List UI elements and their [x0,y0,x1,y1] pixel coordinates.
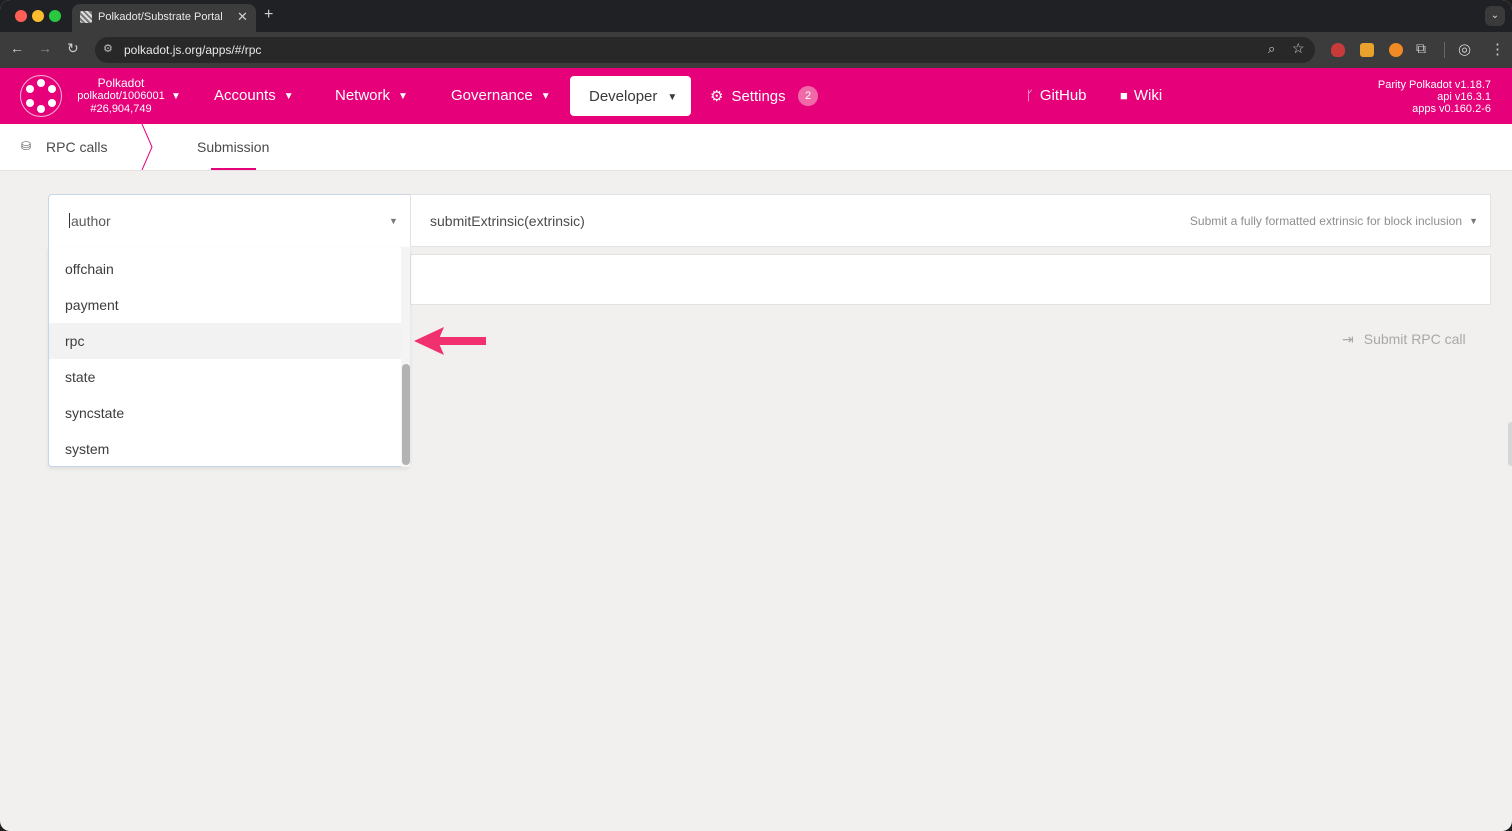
new-tab-icon[interactable]: + [264,6,273,24]
chevron-down-icon: ▼ [540,91,551,102]
address-bar-url[interactable]: polkadot.js.org/apps/#/rpc [124,43,261,57]
chevron-down-icon: ▼ [667,92,678,103]
rpc-section-dropdown: offchain payment rpc state syncstate sys… [48,247,410,467]
active-tab-indicator [211,168,256,170]
dropdown-option-system[interactable]: system [49,431,401,467]
api-version: api v16.3.1 [1437,91,1491,103]
browser-toolbar: ← → ↻ ⚙ polkadot.js.org/apps/#/rpc ⌕ ☆ [0,32,1512,68]
close-window-button[interactable] [15,10,27,22]
menu-settings[interactable]: ⚙ Settings [710,87,786,105]
chevron-down-icon[interactable]: ▼ [171,91,181,102]
favicon-icon [80,11,92,23]
minimize-window-button[interactable] [32,10,44,22]
site-settings-icon[interactable]: ⚙ [103,42,113,55]
gear-icon: ⚙ [710,88,724,105]
chevron-down-icon[interactable]: ▼ [389,216,398,226]
forward-icon[interactable]: → [38,40,52,56]
address-bar[interactable]: ⚙ polkadot.js.org/apps/#/rpc ⌕ ☆ [95,37,1315,63]
browser-tabbar: Polkadot/Substrate Portal ✕ + ⌄ [0,0,1512,32]
extension-3-icon[interactable] [1389,43,1403,57]
browser-window: Polkadot/Substrate Portal ✕ + ⌄ ← → ↻ ⚙ … [0,0,1512,831]
annotation-arrow-icon [414,327,486,355]
scrollbar-thumb[interactable] [402,364,410,465]
rpc-method-description: Submit a fully formatted extrinsic for b… [1189,214,1462,228]
version-info: Parity Polkadot v1.18.7 api v16.3.1 apps… [1378,79,1491,115]
chain-spec: polkadot/1006001 [77,90,165,102]
menu-settings-label: Settings [731,88,786,105]
github-link[interactable]: ᚴ GitHub [1026,87,1087,104]
maximize-window-button[interactable] [49,10,61,22]
tab-search-icon[interactable]: ⌄ [1485,6,1505,26]
dropdown-option-state[interactable]: state [49,359,401,395]
dropdown-option-offchain[interactable]: offchain [49,251,401,287]
profile-icon[interactable]: ◎ [1458,40,1471,58]
submit-rpc-label: Submit RPC call [1363,331,1466,347]
polkadot-logo-icon[interactable] [20,75,62,117]
submit-rpc-button[interactable]: ⇥ Submit RPC call [1342,331,1466,348]
menu-accounts[interactable]: Accounts ▼ [214,87,294,104]
rpc-section-value: author [71,213,111,229]
text-cursor [69,213,70,228]
node-version: Parity Polkadot v1.18.7 [1377,79,1491,91]
dropdown-option-rpc[interactable]: rpc [49,323,401,359]
wiki-link[interactable]: ■ Wiki [1120,87,1162,104]
menu-developer-label: Developer [589,88,658,105]
github-link-label: GitHub [1039,87,1087,104]
chevron-down-icon[interactable]: ▼ [1469,216,1478,226]
reload-icon[interactable]: ↻ [67,40,79,57]
extensions-icon[interactable]: ⧉ [1416,40,1426,57]
zoom-icon[interactable]: ⌕ [1268,41,1275,57]
browser-tab-title: Polkadot/Substrate Portal [98,11,223,23]
book-icon: ■ [1120,88,1128,103]
side-panel-handle[interactable] [1508,422,1512,466]
wiki-link-label: Wiki [1133,87,1163,104]
extension-2-icon[interactable] [1360,43,1374,57]
extrinsic-param-input[interactable] [410,254,1491,305]
menu-icon[interactable]: ⋮ [1490,40,1505,58]
rpc-section-select[interactable]: author ▼ [48,194,410,247]
rpc-method-name: submitExtrinsic(extrinsic) [430,213,585,229]
chevron-down-icon: ▼ [283,91,294,102]
chain-block-number: #26,904,749 [90,103,152,115]
back-icon[interactable]: ← [10,40,24,56]
menu-network[interactable]: Network ▼ [335,87,408,104]
settings-badge: 2 [798,86,818,106]
chain-name: Polkadot [97,76,145,90]
sign-in-icon: ⇥ [1342,331,1354,347]
rpc-method-select[interactable]: submitExtrinsic(extrinsic) Submit a full… [410,194,1491,247]
toolbar-divider [1444,42,1445,58]
tab-submission[interactable]: Submission [197,139,269,155]
star-icon[interactable]: ☆ [1292,40,1305,57]
dropdown-option-payment[interactable]: payment [49,287,401,323]
git-branch-icon: ᚴ [1026,88,1034,103]
menu-governance-label: Governance [451,87,533,104]
apps-version: apps v0.160.2-6 [1412,103,1491,115]
menu-network-label: Network [335,87,391,104]
chevron-down-icon: ▼ [398,91,408,102]
menu-governance[interactable]: Governance ▼ [451,87,551,104]
dropdown-scrollbar[interactable] [401,247,410,467]
rpc-section-input[interactable]: author [69,213,111,229]
menu-accounts-label: Accounts [214,87,276,104]
extension-1-icon[interactable] [1331,43,1345,57]
browser-tab-active[interactable]: Polkadot/Substrate Portal ✕ [72,4,256,32]
sub-navigation: ⛁ RPC calls Submission [0,124,1512,171]
network-icon: ⛁ [21,139,32,153]
breadcrumb-separator [141,124,153,170]
chain-selector[interactable]: Polkadot polkadot/1006001 #26,904,749 [66,77,176,116]
menu-developer[interactable]: Developer ▼ [570,76,691,116]
subnav-title: RPC calls [46,139,108,155]
dropdown-option-syncstate[interactable]: syncstate [49,395,401,431]
tab-close-icon[interactable]: ✕ [237,9,248,25]
app-header: Polkadot polkadot/1006001 #26,904,749 ▼ … [0,68,1512,124]
